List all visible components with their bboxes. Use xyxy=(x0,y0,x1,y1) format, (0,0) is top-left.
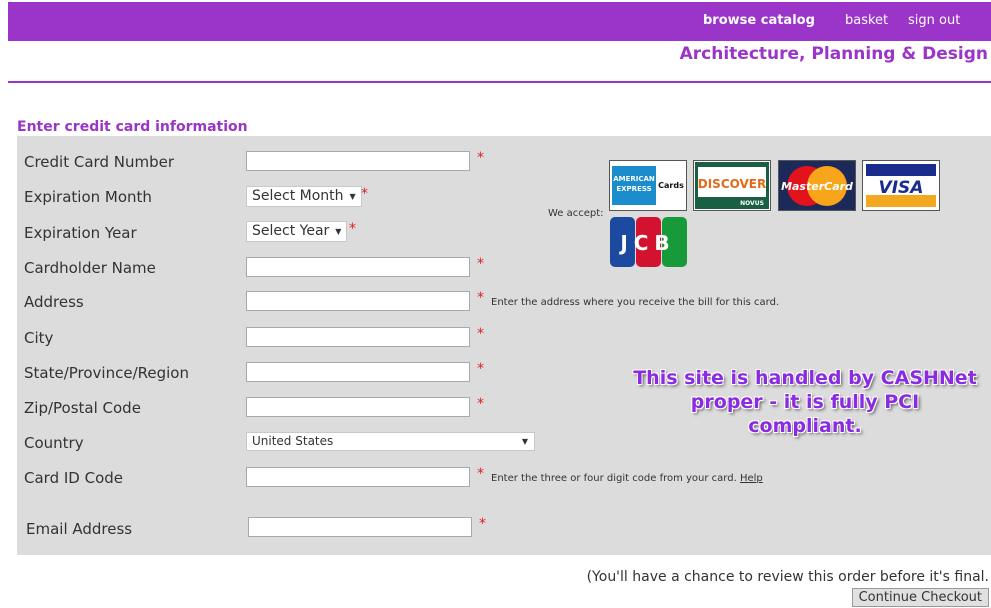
visa-logo: VISA xyxy=(862,160,940,211)
discover-sub: NOVUS xyxy=(740,200,764,207)
top-nav-bar: browse catalog basket sign out xyxy=(8,2,991,41)
required-mark: * xyxy=(477,256,484,272)
exp-month-select[interactable]: Select Month ▼ xyxy=(246,186,362,207)
chevron-down-icon: ▼ xyxy=(521,437,528,446)
required-mark: * xyxy=(477,290,484,306)
country-select[interactable]: United States ▼ xyxy=(246,432,535,451)
discover-logo: DISCOVER NOVUS xyxy=(693,160,771,211)
required-mark: * xyxy=(349,221,356,237)
help-link[interactable]: Help xyxy=(740,473,763,484)
browse-catalog-link[interactable]: browse catalog xyxy=(703,13,815,28)
exp-year-value: Select Year xyxy=(252,223,330,239)
review-note: (You'll have a chance to review this ord… xyxy=(586,569,989,585)
exp-month-value: Select Month xyxy=(252,188,344,204)
amex-tag: Cards xyxy=(658,181,684,190)
required-mark: * xyxy=(477,361,484,377)
state-label: State/Province/Region xyxy=(24,364,189,382)
jcb-logo: JCB xyxy=(609,216,688,268)
card-id-note-text: Enter the three or four digit code from … xyxy=(491,473,737,484)
email-input[interactable] xyxy=(248,517,472,537)
header-divider xyxy=(8,81,991,83)
zip-label: Zip/Postal Code xyxy=(24,399,141,417)
country-label: Country xyxy=(24,434,84,452)
city-label: City xyxy=(24,329,54,347)
card-id-label: Card ID Code xyxy=(24,469,124,487)
state-input[interactable] xyxy=(246,362,470,382)
city-input[interactable] xyxy=(246,327,470,347)
continue-checkout-button[interactable]: Continue Checkout xyxy=(851,588,989,607)
address-note: Enter the address where you receive the … xyxy=(491,297,780,308)
required-mark: * xyxy=(361,186,368,202)
mastercard-name: MasterCard xyxy=(781,180,853,193)
chevron-down-icon: ▼ xyxy=(335,226,342,236)
department-title: Architecture, Planning & Design xyxy=(679,44,988,64)
mastercard-logo: MasterCard xyxy=(778,160,856,211)
card-number-label: Credit Card Number xyxy=(24,153,174,171)
discover-name: DISCOVER xyxy=(698,177,766,191)
required-mark: * xyxy=(477,150,484,166)
cardholder-label: Cardholder Name xyxy=(24,259,156,277)
exp-year-label: Expiration Year xyxy=(24,224,137,242)
sign-out-link[interactable]: sign out xyxy=(908,13,960,28)
exp-month-label: Expiration Month xyxy=(24,188,152,206)
visa-name: VISA xyxy=(879,178,924,198)
amex-logo: AMERICAN EXPRESS Cards xyxy=(609,160,687,211)
required-mark: * xyxy=(477,466,484,482)
form-title: Enter credit card information xyxy=(17,119,248,135)
required-mark: * xyxy=(477,326,484,342)
card-id-input[interactable] xyxy=(246,467,470,487)
card-number-input[interactable] xyxy=(246,151,470,171)
exp-year-select[interactable]: Select Year ▼ xyxy=(246,221,348,242)
address-label: Address xyxy=(24,293,84,311)
zip-input[interactable] xyxy=(246,397,470,417)
email-label: Email Address xyxy=(26,520,133,538)
card-id-note: Enter the three or four digit code from … xyxy=(491,473,763,484)
jcb-name: JCB xyxy=(618,231,675,255)
address-input[interactable] xyxy=(246,291,470,311)
country-value: United States xyxy=(252,434,334,448)
pci-compliance-note: This site is handled by CASHNet proper -… xyxy=(633,367,977,437)
cardholder-input[interactable] xyxy=(246,257,470,277)
required-mark: * xyxy=(479,516,486,532)
amex-line1: AMERICAN xyxy=(613,175,655,183)
chevron-down-icon: ▼ xyxy=(349,191,356,201)
basket-link[interactable]: basket xyxy=(845,13,888,28)
required-mark: * xyxy=(477,396,484,412)
amex-line2: EXPRESS xyxy=(616,185,651,193)
we-accept-label: We accept: xyxy=(548,208,604,219)
